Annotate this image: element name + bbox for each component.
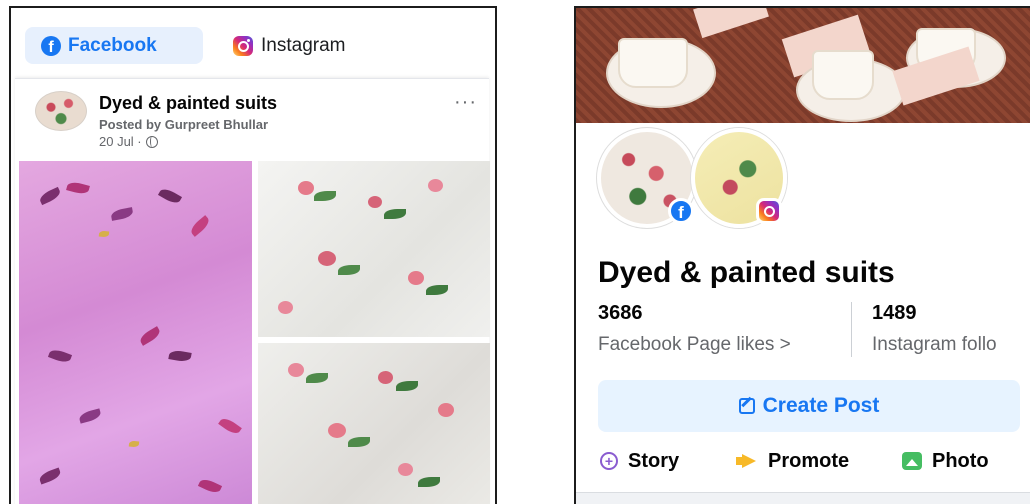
- photo-button[interactable]: Photo: [902, 446, 989, 476]
- post-photo-white-suit-1[interactable]: [258, 161, 490, 337]
- megaphone-icon: [736, 454, 758, 468]
- promote-label: Promote: [768, 449, 850, 472]
- platform-tabs: f Facebook Instagram: [11, 8, 495, 76]
- post-page-name[interactable]: Dyed & painted suits: [99, 93, 277, 114]
- tab-instagram[interactable]: Instagram: [225, 27, 395, 64]
- edit-icon: [738, 398, 755, 414]
- create-post-label: Create Post: [762, 394, 880, 417]
- tab-facebook-label: Facebook: [68, 34, 157, 56]
- post-avatar[interactable]: [35, 91, 87, 131]
- page-profile-panel: f Dyed & painted suits 3686 Facebook Pag…: [574, 6, 1030, 504]
- create-post-button[interactable]: Create Post: [598, 380, 1020, 432]
- post-photo-pink-suit[interactable]: [19, 161, 252, 504]
- facebook-likes-link[interactable]: Facebook Page likes >: [598, 334, 791, 356]
- facebook-likes-count: 3686: [598, 302, 643, 324]
- post-photo-white-suit-2[interactable]: [258, 343, 490, 504]
- instagram-followers-link[interactable]: Instagram follo: [872, 334, 997, 356]
- story-label: Story: [628, 449, 680, 472]
- stats-divider: [851, 302, 852, 357]
- facebook-badge-icon: f: [668, 198, 694, 224]
- facebook-post-preview: f Facebook Instagram Dyed & painted suit…: [9, 6, 497, 504]
- cover-photo[interactable]: [576, 8, 1030, 123]
- section-divider: [576, 492, 1030, 504]
- photo-label: Photo: [932, 449, 989, 472]
- instagram-badge-icon: [756, 198, 782, 224]
- globe-icon: [145, 135, 158, 148]
- instagram-icon: [233, 35, 253, 56]
- story-icon: +: [600, 452, 618, 470]
- post-author: Posted by Gurpreet Bhullar: [99, 117, 269, 132]
- story-button[interactable]: + Story: [600, 446, 679, 476]
- promote-button[interactable]: Promote: [736, 446, 849, 476]
- page-name: Dyed & painted suits: [598, 256, 895, 289]
- post-card: Dyed & painted suits Posted by Gurpreet …: [15, 78, 490, 504]
- instagram-followers-count: 1489: [872, 302, 917, 324]
- facebook-icon: f: [41, 35, 61, 56]
- post-date-text: 20 Jul ·: [99, 134, 142, 149]
- post-date: 20 Jul ·: [99, 134, 158, 149]
- tab-instagram-label: Instagram: [261, 34, 346, 56]
- photo-icon: [902, 452, 922, 470]
- tab-facebook[interactable]: f Facebook: [25, 27, 203, 64]
- more-options-icon[interactable]: ···: [454, 91, 477, 114]
